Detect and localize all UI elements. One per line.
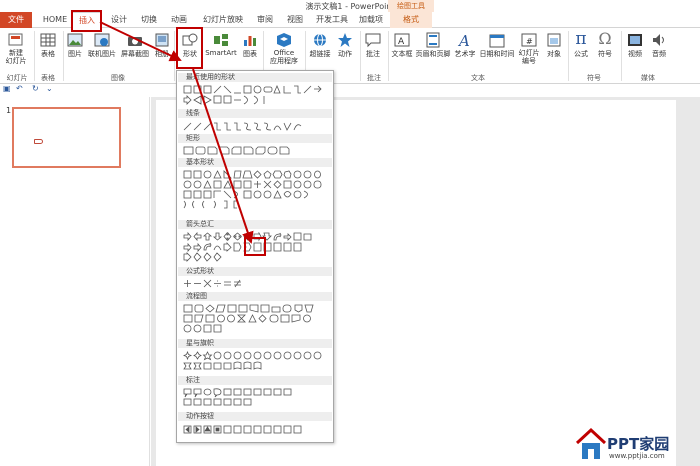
house-logo-icon	[575, 427, 607, 459]
annotation-arrows	[99, 21, 254, 244]
arrow-to-shapes	[99, 21, 182, 62]
brand-watermark: PPT家园 www.pptjia.com	[575, 427, 695, 463]
brand-url: www.pptjia.com	[609, 452, 665, 460]
brand-name: PPT家园	[607, 435, 670, 453]
arrow-to-pentagon	[192, 68, 254, 244]
